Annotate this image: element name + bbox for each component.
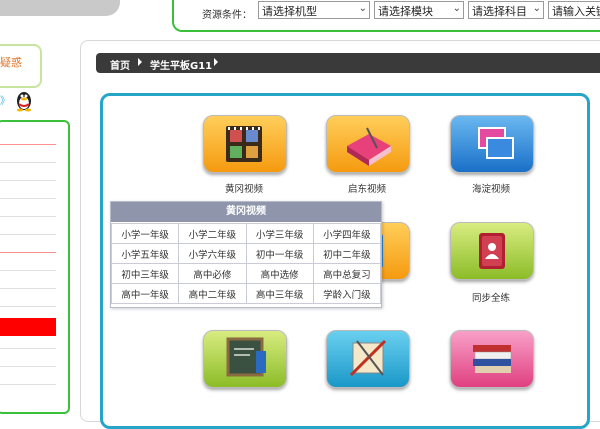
tile-haidian-video[interactable] bbox=[450, 115, 534, 173]
film-reel-icon bbox=[226, 126, 262, 162]
grade-row: 小学一年级 小学二年级 小学三年级 小学四年级 bbox=[110, 223, 382, 244]
filter-label: 资源条件： bbox=[202, 10, 252, 21]
grade-option[interactable]: 高中必修 bbox=[178, 263, 247, 284]
top-tab-shape bbox=[0, 0, 120, 16]
grade-option[interactable]: 小学四年级 bbox=[312, 223, 382, 244]
tile-label[interactable]: 海淀视频 bbox=[441, 181, 541, 195]
blue-windows-icon bbox=[478, 127, 514, 159]
list-divider bbox=[0, 252, 56, 253]
grade-row: 高中一年级 高中二年级 高中三年级 学龄入门级 bbox=[110, 283, 382, 304]
subject-select-value: 请选择科目 bbox=[472, 5, 527, 18]
popup-title: 黄冈视频 bbox=[111, 202, 381, 222]
grade-option[interactable]: 高中二年级 bbox=[178, 283, 247, 304]
list-divider bbox=[0, 288, 56, 289]
grade-option[interactable]: 小学一年级 bbox=[110, 223, 180, 244]
list-divider bbox=[0, 162, 56, 163]
book-stack-icon bbox=[473, 345, 512, 373]
model-select[interactable]: 请选择机型 ⌄ bbox=[258, 1, 370, 19]
grade-row: 初中三年级 高中必修 高中选修 高中总复习 bbox=[110, 263, 382, 284]
breadcrumb-current[interactable]: 学生平板G11 bbox=[150, 57, 212, 72]
breadcrumb-home[interactable]: 首页 bbox=[110, 57, 130, 72]
list-divider bbox=[0, 144, 56, 145]
chevron-down-icon: ⌄ bbox=[532, 3, 541, 14]
tile-huanggang-training[interactable] bbox=[203, 330, 287, 388]
breadcrumb-arrow-icon bbox=[214, 58, 218, 66]
grade-option[interactable]: 小学五年级 bbox=[110, 243, 180, 264]
grade-option[interactable]: 高中一年级 bbox=[110, 283, 180, 304]
list-divider bbox=[0, 216, 56, 217]
list-divider bbox=[0, 234, 56, 235]
tile-huanggang-video[interactable] bbox=[203, 115, 287, 173]
drawing-tools-icon bbox=[349, 339, 387, 377]
list-divider bbox=[0, 384, 56, 385]
subject-select[interactable]: 请选择科目 ⌄ bbox=[468, 1, 544, 19]
chalkboard-icon bbox=[226, 337, 266, 377]
grade-option[interactable]: 初中二年级 bbox=[312, 243, 382, 264]
model-select-value: 请选择机型 bbox=[262, 5, 317, 18]
tile-teaching-tools[interactable] bbox=[326, 330, 410, 388]
grade-option[interactable]: 高中选修 bbox=[245, 263, 314, 284]
list-item-selected[interactable] bbox=[0, 318, 56, 336]
contact-book-icon bbox=[479, 233, 505, 269]
qq-arrows: 》 bbox=[0, 96, 10, 107]
tile-books[interactable] bbox=[450, 330, 534, 388]
grade-option[interactable]: 小学六年级 bbox=[178, 243, 247, 264]
qq-penguin-icon[interactable] bbox=[14, 88, 34, 112]
tile-label[interactable]: 同步全练 bbox=[441, 290, 541, 304]
tile-qidong-video[interactable] bbox=[326, 115, 410, 173]
grade-option[interactable]: 高中总复习 bbox=[312, 263, 382, 284]
grade-option[interactable]: 学龄入门级 bbox=[312, 283, 382, 304]
chevron-down-icon: ⌄ bbox=[452, 3, 461, 14]
breadcrumb-arrow-icon bbox=[138, 58, 142, 66]
grade-option[interactable]: 小学三年级 bbox=[245, 223, 314, 244]
grade-row: 小学五年级 小学六年级 初中一年级 初中二年级 bbox=[110, 243, 382, 264]
keyword-input[interactable]: 请输入关键 bbox=[548, 1, 600, 19]
help-question-text: 疑惑 bbox=[0, 56, 22, 69]
tile-label[interactable]: 黄冈视频 bbox=[194, 181, 294, 195]
grade-option[interactable]: 初中一年级 bbox=[245, 243, 314, 264]
tile-label[interactable]: 启东视频 bbox=[317, 181, 417, 195]
resource-filter-bar: 资源条件： 请选择机型 ⌄ 请选择模块 ⌄ 请选择科目 ⌄ 请输入关键 bbox=[172, 0, 600, 32]
breadcrumb: 首页 学生平板G11 bbox=[96, 53, 600, 73]
list-divider bbox=[0, 348, 56, 349]
grade-option[interactable]: 初中三年级 bbox=[110, 263, 180, 284]
list-divider bbox=[0, 198, 56, 199]
chevron-down-icon: ⌄ bbox=[358, 3, 367, 14]
list-divider bbox=[0, 180, 56, 181]
grade-popup-menu: 黄冈视频 小学一年级 小学二年级 小学三年级 小学四年级 小学五年级 小学六年级… bbox=[110, 201, 382, 308]
list-divider bbox=[0, 366, 56, 367]
list-divider bbox=[0, 270, 56, 271]
grade-option[interactable]: 小学二年级 bbox=[178, 223, 247, 244]
grade-option[interactable]: 高中三年级 bbox=[245, 283, 314, 304]
module-select[interactable]: 请选择模块 ⌄ bbox=[374, 1, 464, 19]
keyword-input-value: 请输入关键 bbox=[552, 5, 600, 18]
left-category-list bbox=[0, 120, 70, 414]
list-divider bbox=[0, 306, 56, 307]
grade-grid: 小学一年级 小学二年级 小学三年级 小学四年级 小学五年级 小学六年级 初中一年… bbox=[110, 223, 382, 304]
pink-book-icon bbox=[347, 127, 391, 166]
module-select-value: 请选择模块 bbox=[378, 5, 433, 18]
tile-sync-practice[interactable] bbox=[450, 222, 534, 280]
